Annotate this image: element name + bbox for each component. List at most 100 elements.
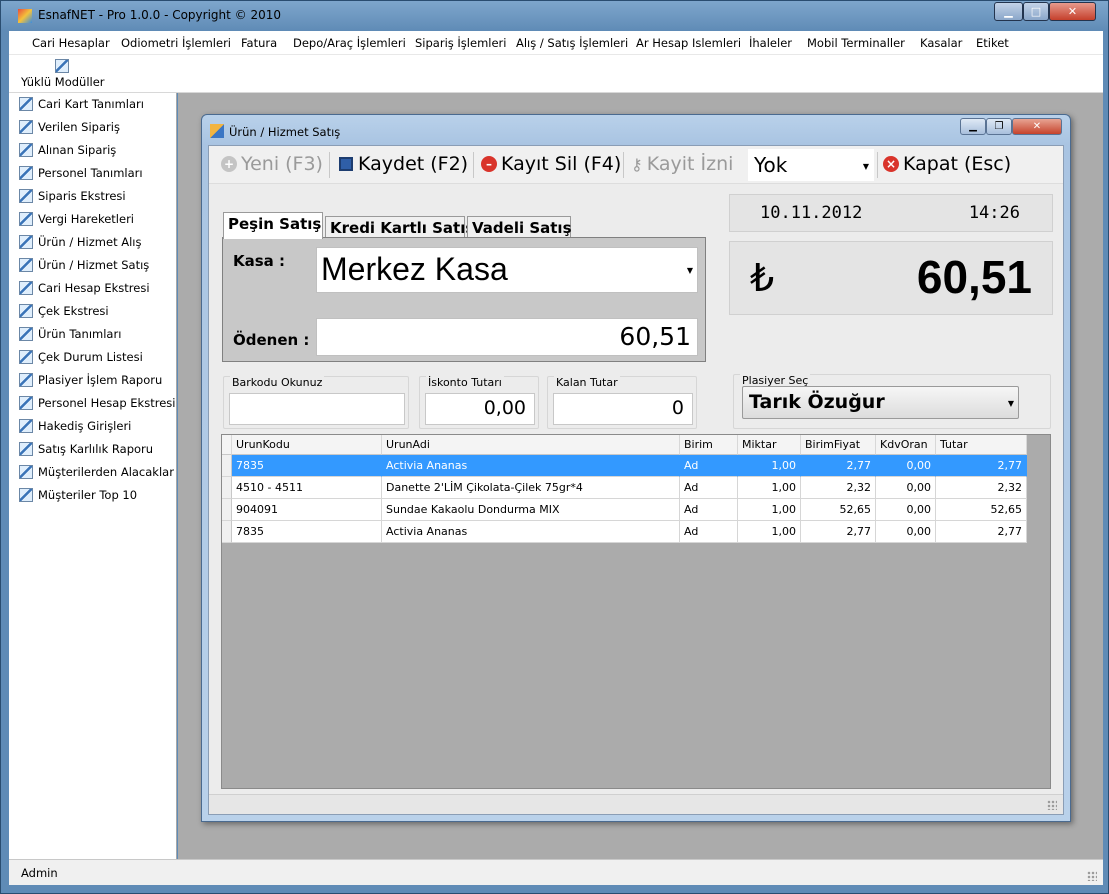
sidebar-item-urun-hizmet-alis[interactable]: Ürün / Hizmet Alış — [19, 232, 141, 252]
kalan-input[interactable]: 0 — [553, 393, 693, 425]
resize-grip-icon[interactable] — [1047, 800, 1057, 810]
cell-miktar[interactable]: 1,00 — [738, 499, 801, 521]
sidebar-item-siparis-ekstresi[interactable]: Siparis Ekstresi — [19, 186, 126, 206]
menu-odiometri[interactable]: Odiometri İşlemleri — [121, 36, 231, 50]
cell-urun-kodu[interactable]: 904091 — [232, 499, 382, 521]
sidebar-item-satis-karlilik-raporu[interactable]: Satış Karlılık Raporu — [19, 439, 153, 459]
cell-urun-adi[interactable]: Danette 2'LİM Çikolata-Çilek 75gr*4 — [382, 477, 680, 499]
cell-birim-fiyat[interactable]: 2,32 — [801, 477, 876, 499]
menu-siparis[interactable]: Sipariş İşlemleri — [415, 36, 506, 50]
new-button[interactable]: + Yeni (F3) — [221, 153, 323, 175]
cell-kdv-oran[interactable]: 0,00 — [876, 477, 936, 499]
child-minimize-button[interactable]: ▁ — [960, 118, 986, 135]
sidebar-item-cari-kart[interactable]: Cari Kart Tanımları — [19, 94, 144, 114]
cell-urun-adi[interactable]: Activia Ananas — [382, 455, 680, 477]
close-button[interactable]: ✕ — [1049, 2, 1096, 21]
col-birim-fiyat[interactable]: BirimFiyat — [801, 435, 876, 455]
modules-icon[interactable] — [55, 59, 69, 73]
row-header[interactable] — [222, 521, 232, 543]
maximize-button[interactable]: □ — [1023, 2, 1049, 21]
table-row[interactable]: 7835 Activia Ananas Ad 1,00 2,77 0,00 2,… — [222, 521, 1027, 543]
minimize-button[interactable]: ▁ — [994, 2, 1023, 21]
cell-birim-fiyat[interactable]: 2,77 — [801, 455, 876, 477]
cell-tutar[interactable]: 2,32 — [936, 477, 1027, 499]
cell-miktar[interactable]: 1,00 — [738, 521, 801, 543]
menu-fatura[interactable]: Fatura — [241, 36, 277, 50]
col-birim[interactable]: Birim — [680, 435, 738, 455]
picture-icon — [19, 258, 33, 272]
cell-birim[interactable]: Ad — [680, 477, 738, 499]
plasiyer-select[interactable]: Tarık Özuğur ▼ — [742, 386, 1019, 419]
sidebar-item-personel-tanimlari[interactable]: Personel Tanımları — [19, 163, 143, 183]
col-miktar[interactable]: Miktar — [738, 435, 801, 455]
cell-miktar[interactable]: 1,00 — [738, 477, 801, 499]
row-header[interactable] — [222, 455, 232, 477]
cell-urun-adi[interactable]: Sundae Kakaolu Dondurma MIX — [382, 499, 680, 521]
cell-urun-kodu[interactable]: 7835 — [232, 455, 382, 477]
cell-urun-kodu[interactable]: 4510 - 4511 — [232, 477, 382, 499]
cell-tutar[interactable]: 2,77 — [936, 521, 1027, 543]
sidebar-item-urun-hizmet-satis[interactable]: Ürün / Hizmet Satış — [19, 255, 149, 275]
cell-miktar[interactable]: 1,00 — [738, 455, 801, 477]
child-close-button[interactable]: ✕ — [1012, 118, 1062, 135]
cell-tutar[interactable]: 52,65 — [936, 499, 1027, 521]
kasa-select[interactable]: Merkez Kasa ▼ — [316, 247, 698, 293]
cell-birim-fiyat[interactable]: 2,77 — [801, 521, 876, 543]
cell-urun-kodu[interactable]: 7835 — [232, 521, 382, 543]
cell-kdv-oran[interactable]: 0,00 — [876, 521, 936, 543]
sidebar-item-personel-hesap-ekstresi[interactable]: Personel Hesap Ekstresi — [19, 393, 175, 413]
col-urun-adi[interactable]: UrunAdi — [382, 435, 680, 455]
row-header[interactable] — [222, 499, 232, 521]
cell-birim[interactable]: Ad — [680, 455, 738, 477]
menu-ihaleler[interactable]: İhaleler — [749, 36, 792, 50]
sidebar-item-cek-ekstresi[interactable]: Çek Ekstresi — [19, 301, 109, 321]
menu-depo-arac[interactable]: Depo/Araç İşlemleri — [293, 36, 406, 50]
col-tutar[interactable]: Tutar — [936, 435, 1027, 455]
sidebar-item-musterilerden-alacaklar[interactable]: Müşterilerden Alacaklar — [19, 462, 174, 482]
save-button[interactable]: Kaydet (F2) — [339, 153, 468, 175]
table-row[interactable]: 904091 Sundae Kakaolu Dondurma MIX Ad 1,… — [222, 499, 1027, 521]
cell-birim-fiyat[interactable]: 52,65 — [801, 499, 876, 521]
menu-mobil-terminaller[interactable]: Mobil Terminaller — [807, 36, 905, 50]
sidebar-item-alinan-siparis[interactable]: Alınan Sipariş — [19, 140, 116, 160]
col-urun-kodu[interactable]: UrunKodu — [232, 435, 382, 455]
close-form-button[interactable]: × Kapat (Esc) — [883, 153, 1011, 175]
resize-grip-icon[interactable] — [1087, 871, 1097, 881]
table-row[interactable]: 7835 Activia Ananas Ad 1,00 2,77 0,00 2,… — [222, 455, 1027, 477]
row-header[interactable] — [222, 477, 232, 499]
sidebar-item-musteriler-top-10[interactable]: Müşteriler Top 10 — [19, 485, 137, 505]
child-restore-button[interactable]: ❐ — [986, 118, 1012, 135]
tab-kredi-kartli-satis[interactable]: Kredi Kartlı Satış — [325, 216, 474, 238]
cell-birim[interactable]: Ad — [680, 499, 738, 521]
cell-birim[interactable]: Ad — [680, 521, 738, 543]
menu-alis-satis[interactable]: Alış / Satış İşlemleri — [516, 36, 628, 50]
table-row[interactable]: 4510 - 4511 Danette 2'LİM Çikolata-Çilek… — [222, 477, 1027, 499]
menu-etiket[interactable]: Etiket — [976, 36, 1009, 50]
sidebar-item-cek-durum-listesi[interactable]: Çek Durum Listesi — [19, 347, 143, 367]
menu-kasalar[interactable]: Kasalar — [920, 36, 962, 50]
tab-vadeli-satis[interactable]: Vadeli Satış — [467, 216, 572, 238]
permission-select[interactable]: Yok ▼ — [748, 149, 874, 181]
menu-cari-hesaplar[interactable]: Cari Hesaplar — [32, 36, 110, 50]
iskonto-input[interactable]: 0,00 — [425, 393, 535, 425]
sidebar-item-urun-tanimlari[interactable]: Ürün Tanımları — [19, 324, 121, 344]
permission-button[interactable]: ⚷ Kayit İzni — [631, 153, 733, 175]
modules-label[interactable]: Yüklü Modüller — [21, 75, 105, 89]
cell-urun-adi[interactable]: Activia Ananas — [382, 521, 680, 543]
odenen-input[interactable]: 60,51 — [316, 318, 698, 356]
sidebar-item-hakedis-girisleri[interactable]: Hakediş Girişleri — [19, 416, 131, 436]
barkod-input[interactable] — [229, 393, 405, 425]
title-bar[interactable]: EsnafNET - Pro 1.0.0 - Copyright © 2010 … — [1, 1, 1109, 29]
sidebar-item-cari-hesap-ekstresi[interactable]: Cari Hesap Ekstresi — [19, 278, 150, 298]
cell-kdv-oran[interactable]: 0,00 — [876, 499, 936, 521]
delete-button[interactable]: – Kayıt Sil (F4) — [481, 153, 621, 175]
menu-ar-hesap[interactable]: Ar Hesap Islemleri — [636, 36, 741, 50]
sidebar-item-plasiyer-islem-raporu[interactable]: Plasiyer İşlem Raporu — [19, 370, 162, 390]
toolbar-separator — [877, 152, 878, 178]
sidebar-item-verilen-siparis[interactable]: Verilen Sipariş — [19, 117, 120, 137]
cell-kdv-oran[interactable]: 0,00 — [876, 455, 936, 477]
col-kdv-oran[interactable]: KdvOran — [876, 435, 936, 455]
tab-pesin-satis[interactable]: Peşin Satış — [223, 212, 323, 239]
sidebar-item-vergi-hareketleri[interactable]: Vergi Hareketleri — [19, 209, 134, 229]
cell-tutar[interactable]: 2,77 — [936, 455, 1027, 477]
